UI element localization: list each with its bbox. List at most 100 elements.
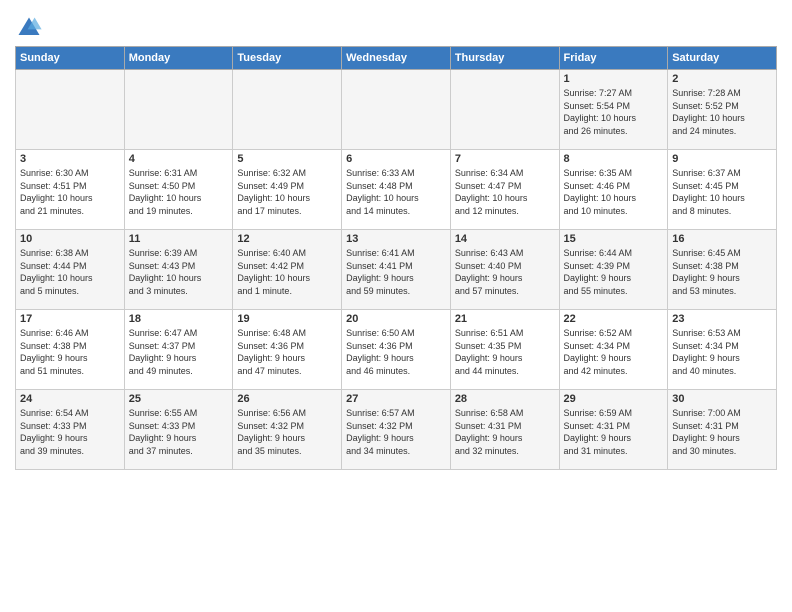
- calendar-cell: 1Sunrise: 7:27 AM Sunset: 5:54 PM Daylig…: [559, 70, 668, 150]
- day-info: Sunrise: 7:00 AM Sunset: 4:31 PM Dayligh…: [672, 407, 772, 457]
- calendar-cell: 13 Sunrise: 6:41 AM Sunset: 4:41 PM Dayli…: [342, 230, 451, 310]
- day-info: Sunrise: 6:31 AM Sunset: 4:50 PM Dayligh…: [129, 167, 229, 217]
- week-row-4: 17 Sunrise: 6:46 AM Sunset: 4:38 PM Dayli…: [16, 310, 777, 390]
- day-header-thursday: Thursday: [450, 47, 559, 70]
- day-info: Sunrise: 7:27 AM Sunset: 5:54 PM Dayligh…: [564, 87, 664, 137]
- day-number: 27: [346, 393, 446, 405]
- day-info: Sunrise: 6:55 AM Sunset: 4:33 PM Dayligh…: [129, 407, 229, 457]
- day-number: 19: [237, 313, 337, 325]
- calendar-cell: 5 Sunrise: 6:32 AM Sunset: 4:49 PM Daylig…: [233, 150, 342, 230]
- day-header-saturday: Saturday: [668, 47, 777, 70]
- day-number: 8: [564, 153, 664, 165]
- day-number: 12: [237, 233, 337, 245]
- calendar-table: SundayMondayTuesdayWednesdayThursdayFrid…: [15, 46, 777, 470]
- calendar-cell: 14 Sunrise: 6:43 AM Sunset: 4:40 PM Dayli…: [450, 230, 559, 310]
- day-number: 9: [672, 153, 772, 165]
- day-header-tuesday: Tuesday: [233, 47, 342, 70]
- calendar-cell: 9 Sunrise: 6:37 AM Sunset: 4:45 PM Daylig…: [668, 150, 777, 230]
- day-info: Sunrise: 6:45 AM Sunset: 4:38 PM Dayligh…: [672, 247, 772, 297]
- day-info: Sunrise: 6:38 AM Sunset: 4:44 PM Dayligh…: [20, 247, 120, 297]
- day-number: 2: [672, 73, 772, 85]
- calendar-cell: [124, 70, 233, 150]
- header: [15, 10, 777, 42]
- day-header-monday: Monday: [124, 47, 233, 70]
- day-number: 10: [20, 233, 120, 245]
- day-header-wednesday: Wednesday: [342, 47, 451, 70]
- calendar-cell: 19 Sunrise: 6:48 AM Sunset: 4:36 PM Dayli…: [233, 310, 342, 390]
- day-number: 22: [564, 313, 664, 325]
- day-info: Sunrise: 6:57 AM Sunset: 4:32 PM Dayligh…: [346, 407, 446, 457]
- day-info: Sunrise: 6:30 AM Sunset: 4:51 PM Dayligh…: [20, 167, 120, 217]
- calendar-cell: 27 Sunrise: 6:57 AM Sunset: 4:32 PM Dayli…: [342, 390, 451, 470]
- day-number: 21: [455, 313, 555, 325]
- day-number: 28: [455, 393, 555, 405]
- day-number: 18: [129, 313, 229, 325]
- day-info: Sunrise: 6:48 AM Sunset: 4:36 PM Dayligh…: [237, 327, 337, 377]
- calendar-cell: 18 Sunrise: 6:47 AM Sunset: 4:37 PM Dayli…: [124, 310, 233, 390]
- calendar-cell: 28 Sunrise: 6:58 AM Sunset: 4:31 PM Dayli…: [450, 390, 559, 470]
- calendar-cell: 12 Sunrise: 6:40 AM Sunset: 4:42 PM Dayli…: [233, 230, 342, 310]
- day-info: Sunrise: 6:59 AM Sunset: 4:31 PM Dayligh…: [564, 407, 664, 457]
- day-number: 13: [346, 233, 446, 245]
- day-info: Sunrise: 6:46 AM Sunset: 4:38 PM Dayligh…: [20, 327, 120, 377]
- calendar-cell: 21 Sunrise: 6:51 AM Sunset: 4:35 PM Dayli…: [450, 310, 559, 390]
- calendar-cell: 6 Sunrise: 6:33 AM Sunset: 4:48 PM Daylig…: [342, 150, 451, 230]
- header-row: SundayMondayTuesdayWednesdayThursdayFrid…: [16, 47, 777, 70]
- calendar-cell: 29 Sunrise: 6:59 AM Sunset: 4:31 PM Dayli…: [559, 390, 668, 470]
- day-number: 3: [20, 153, 120, 165]
- day-number: 16: [672, 233, 772, 245]
- day-number: 29: [564, 393, 664, 405]
- day-number: 20: [346, 313, 446, 325]
- day-info: Sunrise: 6:51 AM Sunset: 4:35 PM Dayligh…: [455, 327, 555, 377]
- day-info: Sunrise: 6:40 AM Sunset: 4:42 PM Dayligh…: [237, 247, 337, 297]
- calendar-cell: 17 Sunrise: 6:46 AM Sunset: 4:38 PM Dayli…: [16, 310, 125, 390]
- calendar-cell: 24 Sunrise: 6:54 AM Sunset: 4:33 PM Dayli…: [16, 390, 125, 470]
- calendar-cell: 15 Sunrise: 6:44 AM Sunset: 4:39 PM Dayli…: [559, 230, 668, 310]
- day-info: Sunrise: 6:43 AM Sunset: 4:40 PM Dayligh…: [455, 247, 555, 297]
- calendar-cell: [450, 70, 559, 150]
- day-header-friday: Friday: [559, 47, 668, 70]
- day-number: 15: [564, 233, 664, 245]
- day-info: Sunrise: 6:33 AM Sunset: 4:48 PM Dayligh…: [346, 167, 446, 217]
- calendar-cell: 26Sunrise: 6:56 AM Sunset: 4:32 PM Dayli…: [233, 390, 342, 470]
- day-info: Sunrise: 6:32 AM Sunset: 4:49 PM Dayligh…: [237, 167, 337, 217]
- day-info: Sunrise: 6:44 AM Sunset: 4:39 PM Dayligh…: [564, 247, 664, 297]
- day-info: Sunrise: 6:54 AM Sunset: 4:33 PM Dayligh…: [20, 407, 120, 457]
- calendar-cell: 4Sunrise: 6:31 AM Sunset: 4:50 PM Daylig…: [124, 150, 233, 230]
- logo-icon: [15, 14, 43, 42]
- day-info: Sunrise: 6:41 AM Sunset: 4:41 PM Dayligh…: [346, 247, 446, 297]
- day-info: Sunrise: 6:47 AM Sunset: 4:37 PM Dayligh…: [129, 327, 229, 377]
- day-info: Sunrise: 6:50 AM Sunset: 4:36 PM Dayligh…: [346, 327, 446, 377]
- day-number: 23: [672, 313, 772, 325]
- day-info: Sunrise: 6:34 AM Sunset: 4:47 PM Dayligh…: [455, 167, 555, 217]
- calendar-cell: 25 Sunrise: 6:55 AM Sunset: 4:33 PM Dayli…: [124, 390, 233, 470]
- day-info: Sunrise: 6:37 AM Sunset: 4:45 PM Dayligh…: [672, 167, 772, 217]
- day-number: 6: [346, 153, 446, 165]
- calendar-cell: 30 Sunrise: 7:00 AM Sunset: 4:31 PM Dayli…: [668, 390, 777, 470]
- day-header-sunday: Sunday: [16, 47, 125, 70]
- day-info: Sunrise: 6:39 AM Sunset: 4:43 PM Dayligh…: [129, 247, 229, 297]
- day-number: 17: [20, 313, 120, 325]
- day-info: Sunrise: 6:52 AM Sunset: 4:34 PM Dayligh…: [564, 327, 664, 377]
- calendar-cell: 23 Sunrise: 6:53 AM Sunset: 4:34 PM Dayli…: [668, 310, 777, 390]
- calendar-cell: 10 Sunrise: 6:38 AM Sunset: 4:44 PM Dayli…: [16, 230, 125, 310]
- day-number: 5: [237, 153, 337, 165]
- day-info: Sunrise: 6:56 AM Sunset: 4:32 PM Dayligh…: [237, 407, 337, 457]
- calendar-cell: 16 Sunrise: 6:45 AM Sunset: 4:38 PM Dayli…: [668, 230, 777, 310]
- calendar-cell: 11 Sunrise: 6:39 AM Sunset: 4:43 PM Dayli…: [124, 230, 233, 310]
- day-number: 30: [672, 393, 772, 405]
- day-info: Sunrise: 6:35 AM Sunset: 4:46 PM Dayligh…: [564, 167, 664, 217]
- calendar-cell: [16, 70, 125, 150]
- week-row-1: 1Sunrise: 7:27 AM Sunset: 5:54 PM Daylig…: [16, 70, 777, 150]
- day-number: 7: [455, 153, 555, 165]
- day-number: 11: [129, 233, 229, 245]
- day-info: Sunrise: 6:58 AM Sunset: 4:31 PM Dayligh…: [455, 407, 555, 457]
- calendar-cell: 2Sunrise: 7:28 AM Sunset: 5:52 PM Daylig…: [668, 70, 777, 150]
- calendar-cell: 22 Sunrise: 6:52 AM Sunset: 4:34 PM Dayli…: [559, 310, 668, 390]
- day-number: 25: [129, 393, 229, 405]
- day-info: Sunrise: 6:53 AM Sunset: 4:34 PM Dayligh…: [672, 327, 772, 377]
- day-number: 24: [20, 393, 120, 405]
- week-row-2: 3 Sunrise: 6:30 AM Sunset: 4:51 PM Daylig…: [16, 150, 777, 230]
- calendar-cell: [342, 70, 451, 150]
- day-number: 14: [455, 233, 555, 245]
